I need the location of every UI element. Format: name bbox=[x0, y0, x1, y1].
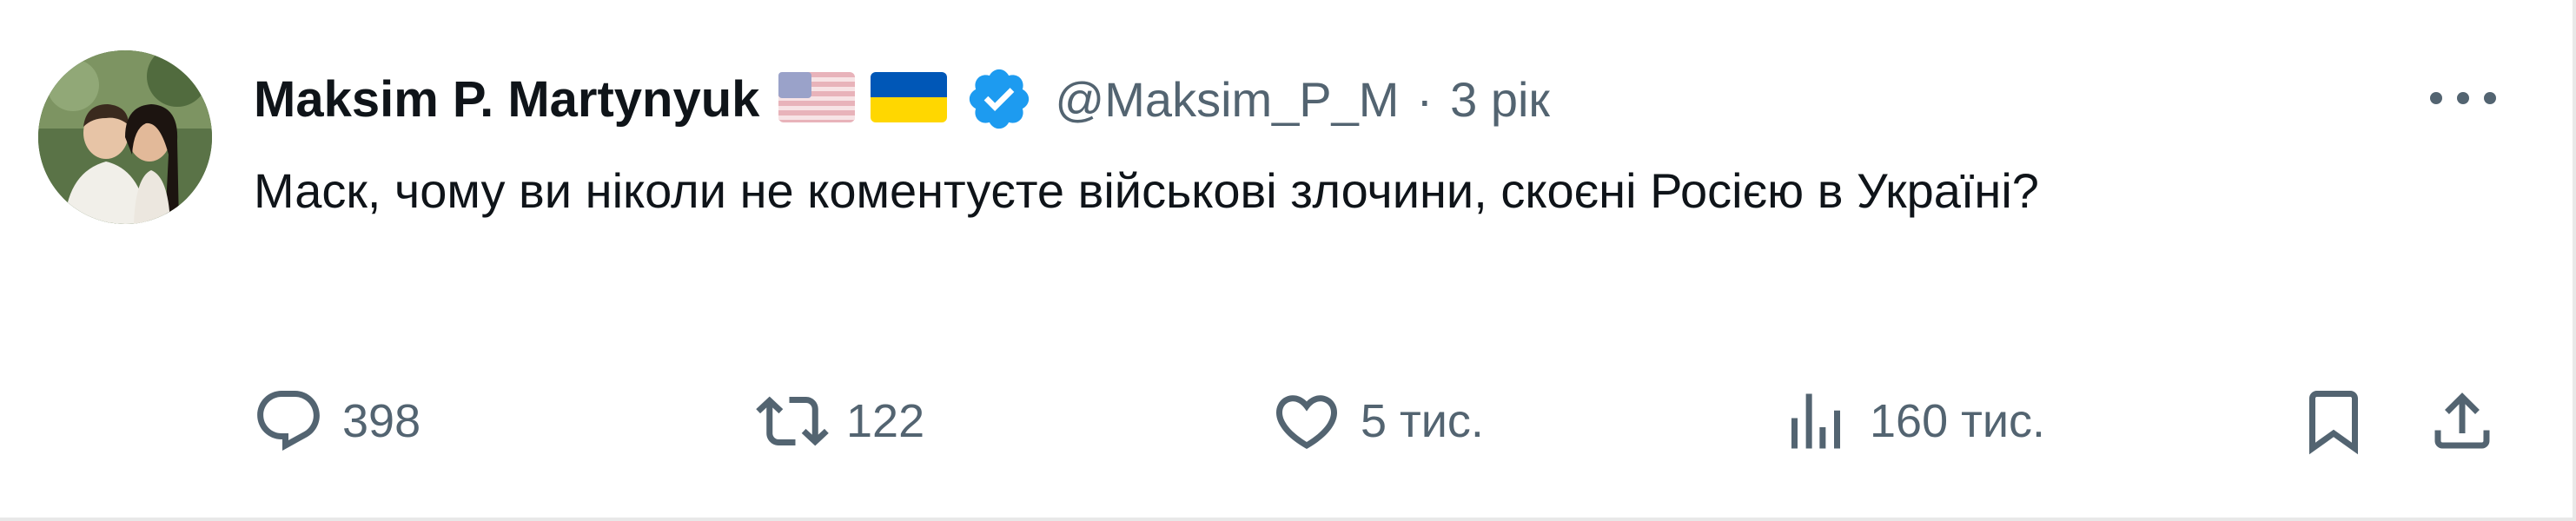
reply-count: 398 bbox=[342, 395, 421, 447]
bookmark-button[interactable] bbox=[2297, 373, 2370, 469]
share-icon bbox=[2434, 392, 2490, 449]
views-icon bbox=[1791, 393, 1840, 449]
reply-icon bbox=[257, 391, 320, 451]
tweet-actions: 398 122 5 тис. 160 тис. bbox=[0, 373, 2576, 469]
ukraine-flag-icon bbox=[871, 71, 948, 127]
author-handle[interactable]: @Maksim_P_M bbox=[1055, 71, 1399, 128]
retweet-count: 122 bbox=[846, 395, 925, 447]
us-flag-icon bbox=[778, 71, 856, 127]
more-icon[interactable] bbox=[2424, 76, 2502, 120]
avatar[interactable] bbox=[38, 50, 212, 224]
like-button[interactable]: 5 тис. bbox=[1270, 373, 1484, 469]
retweet-button[interactable]: 122 bbox=[756, 373, 924, 469]
tweet-card[interactable]: Maksim P. Martynyuk @Maksim_P_M · 3 рік … bbox=[0, 0, 2576, 521]
verified-badge-icon[interactable] bbox=[964, 64, 1034, 134]
tweet-header: Maksim P. Martynyuk @Maksim_P_M · 3 рік bbox=[254, 56, 1550, 142]
views-button[interactable]: 160 тис. bbox=[1779, 373, 2045, 469]
share-button[interactable] bbox=[2426, 373, 2499, 469]
views-count: 160 тис. bbox=[1870, 395, 2045, 447]
tweet-timestamp[interactable]: 3 рік bbox=[1450, 71, 1550, 128]
tweet-text: Маск, чому ви ніколи не коментуєте війсь… bbox=[254, 163, 2039, 218]
bookmark-icon bbox=[2309, 391, 2358, 455]
like-count: 5 тис. bbox=[1361, 395, 1484, 447]
reply-button[interactable]: 398 bbox=[252, 373, 421, 469]
separator-dot: · bbox=[1416, 71, 1434, 127]
author-name[interactable]: Maksim P. Martynyuk bbox=[254, 70, 759, 129]
retweet-icon bbox=[756, 396, 829, 446]
heart-icon bbox=[1275, 395, 1338, 450]
avatar-photo bbox=[38, 50, 212, 224]
